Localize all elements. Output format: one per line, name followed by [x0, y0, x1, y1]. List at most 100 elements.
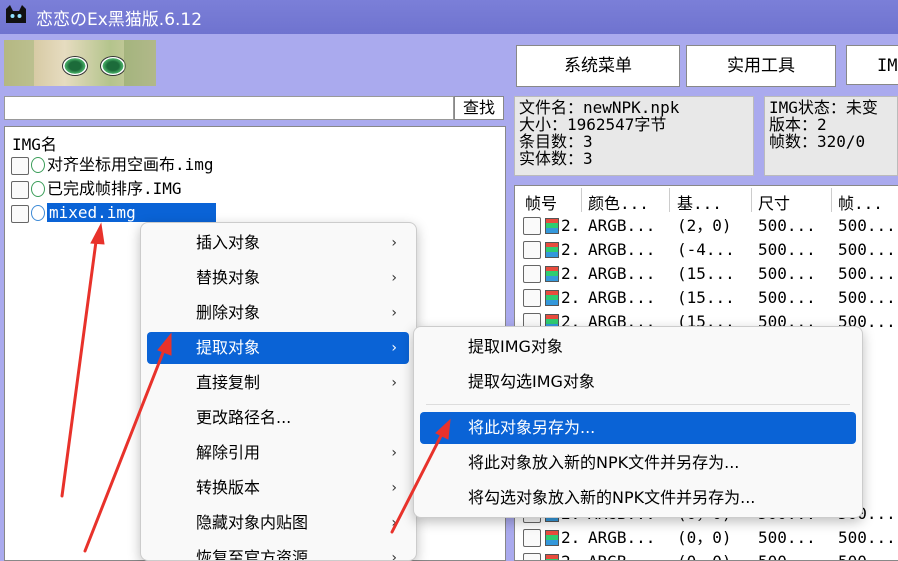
- cell-size: 500...: [758, 216, 816, 235]
- checkbox[interactable]: [523, 217, 541, 235]
- banner-image: [4, 40, 156, 86]
- cell-base: (0，0): [677, 550, 732, 560]
- menu-item-extract[interactable]: 提取对象 ›: [147, 332, 409, 364]
- cell-id: 2.: [561, 240, 581, 259]
- cell-size: 500...: [758, 240, 816, 259]
- menu-item-hide-textures[interactable]: 隐藏对象内贴图 ›: [147, 507, 409, 539]
- cell-color: ARGB...: [588, 216, 656, 235]
- checkbox[interactable]: [11, 204, 29, 223]
- checkbox[interactable]: [523, 289, 541, 307]
- submenu-item-extract-checked[interactable]: 提取勾选IMG对象: [420, 366, 856, 398]
- submenu-item-extract-img[interactable]: 提取IMG对象: [420, 331, 856, 363]
- cell-id: 2.: [561, 528, 581, 547]
- img-name-selected: mixed.img: [47, 203, 216, 222]
- search-button[interactable]: 查找: [454, 96, 504, 120]
- menu-item-rename-path[interactable]: 更改路径名...: [147, 402, 409, 434]
- cell-frame: 500...: [838, 240, 896, 259]
- img-file-icon: [31, 156, 45, 173]
- checkbox[interactable]: [523, 529, 541, 547]
- cell-id: 2.: [561, 288, 581, 307]
- img-file-icon: [31, 180, 45, 197]
- frame-icon: [545, 218, 559, 234]
- table-row[interactable]: 2. ARGB... (2，0) 500... 500...: [515, 214, 898, 238]
- cell-size: 500...: [758, 264, 816, 283]
- col-header-base[interactable]: 基...: [677, 190, 722, 214]
- submenu-item-save-checked-npk[interactable]: 将勾选对象放入新的NPK文件并另存为...: [420, 482, 856, 514]
- cell-base: (2，0): [677, 216, 732, 235]
- menu-item-copy[interactable]: 直接复制 ›: [147, 367, 409, 399]
- cell-id: 2.: [561, 264, 581, 283]
- cell-color: ARGB...: [588, 550, 655, 560]
- chevron-right-icon: ›: [391, 515, 397, 531]
- cell-frame: 500...: [838, 288, 896, 307]
- menu-divider: [426, 404, 850, 405]
- img-status: IMG状态：未变: [769, 98, 878, 117]
- title-bar: 恋恋のEx黑猫版.6.12: [0, 0, 898, 34]
- context-menu: 插入对象 › 替换对象 › 删除对象 › 提取对象 › 直接复制 › 更改路径名... 解…: [140, 222, 417, 561]
- menu-item-delete[interactable]: 删除对象 ›: [147, 297, 409, 329]
- menu-item-insert[interactable]: 插入对象 ›: [147, 227, 409, 259]
- chevron-right-icon: ›: [391, 480, 397, 496]
- cell-size: 500...: [758, 528, 816, 547]
- cell-color: ARGB...: [588, 288, 656, 307]
- entry-count: 条目数：3: [519, 132, 593, 151]
- search-input[interactable]: [4, 96, 454, 120]
- cell-color: ARGB...: [588, 240, 656, 259]
- frame-icon: [545, 554, 559, 560]
- col-header-id[interactable]: 帧号: [525, 190, 557, 214]
- img-list-header: IMG名: [12, 135, 57, 154]
- frame-icon: [545, 290, 559, 306]
- cell-frame: 500...: [838, 264, 896, 283]
- window-title: 恋恋のEx黑猫版.6.12: [36, 10, 203, 30]
- menu-item-unlink[interactable]: 解除引用 ›: [147, 437, 409, 469]
- menu-item-replace[interactable]: 替换对象 ›: [147, 262, 409, 294]
- img-version: 版本：2: [769, 115, 827, 134]
- frame-icon: [545, 530, 559, 546]
- checkbox[interactable]: [11, 156, 29, 175]
- img-frames: 帧数：320/0: [769, 132, 866, 151]
- list-item[interactable]: 已完成帧排序.IMG: [11, 177, 182, 201]
- system-menu-button[interactable]: 系统菜单: [516, 45, 680, 87]
- chevron-right-icon: ›: [391, 305, 397, 321]
- submenu-item-save-new-npk[interactable]: 将此对象放入新的NPK文件并另存为...: [420, 447, 856, 479]
- cell-color: ARGB...: [588, 264, 656, 283]
- list-item[interactable]: 对齐坐标用空画布.img: [11, 153, 214, 177]
- img-info-panel: IMG状态：未变 版本：2 帧数：320/0: [764, 96, 898, 176]
- file-size: 大小：1962547字节: [519, 115, 667, 134]
- checkbox[interactable]: [523, 241, 541, 259]
- col-header-size[interactable]: 尺寸: [758, 190, 790, 214]
- cell-base: (0，0): [677, 528, 732, 547]
- col-header-frame[interactable]: 帧...: [838, 190, 883, 214]
- tools-button[interactable]: 实用工具: [686, 45, 836, 87]
- checkbox[interactable]: [11, 180, 29, 199]
- table-row[interactable]: 2. ARGB... (0，0) 500... 500...: [515, 550, 898, 560]
- cell-id: 2.: [561, 216, 581, 235]
- table-row[interactable]: 2. ARGB... (-4... 500... 500...: [515, 238, 898, 262]
- frame-icon: [545, 266, 559, 282]
- frame-icon: [545, 242, 559, 258]
- menu-item-convert-version[interactable]: 转换版本 ›: [147, 472, 409, 504]
- cell-base: (15...: [677, 288, 735, 307]
- cell-id: 2.: [561, 550, 580, 560]
- file-name: 文件名：newNPK.npk: [519, 98, 680, 117]
- chevron-right-icon: ›: [391, 445, 397, 461]
- submenu-item-save-as[interactable]: 将此对象另存为...: [420, 412, 856, 444]
- menu-item-restore-official[interactable]: 恢复至官方资源 ›: [147, 542, 409, 560]
- img-file-icon: [31, 204, 45, 221]
- table-row[interactable]: 2. ARGB... (15... 500... 500...: [515, 286, 898, 310]
- table-row[interactable]: 2. ARGB... (15... 500... 500...: [515, 262, 898, 286]
- cell-size: 500...: [758, 288, 816, 307]
- cell-frame: 500...: [838, 216, 896, 235]
- extract-submenu: 提取IMG对象 提取勾选IMG对象 将此对象另存为... 将此对象放入新的NPK…: [413, 326, 863, 518]
- cell-color: ARGB...: [588, 528, 656, 547]
- checkbox[interactable]: [523, 265, 541, 283]
- col-header-color[interactable]: 颜色...: [588, 190, 649, 214]
- table-row[interactable]: 2. ARGB... (0，0) 500... 500...: [515, 526, 898, 550]
- file-info-panel: 文件名：newNPK.npk 大小：1962547字节 条目数：3 实体数：3: [514, 96, 754, 176]
- cell-frame: 500...: [838, 550, 896, 560]
- cell-base: (-4...: [677, 240, 735, 259]
- checkbox[interactable]: [523, 553, 541, 560]
- img-button[interactable]: IMG: [846, 45, 898, 85]
- chevron-right-icon: ›: [391, 375, 397, 391]
- chevron-right-icon: ›: [391, 270, 397, 286]
